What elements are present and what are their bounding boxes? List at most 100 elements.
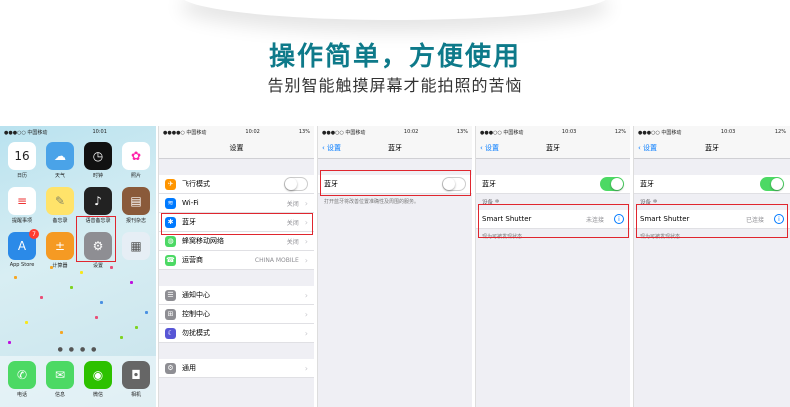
confetti-decoration [130,281,133,284]
settings-group-notifications: ☰ 通知中心 › ⊞ 控制中心 › ☾ 勿扰模式 › [159,286,314,343]
weather-icon: ☁ [46,142,74,170]
status-carrier: ●●●○○ 中国移动 [638,129,682,136]
confetti-decoration [70,286,73,289]
app-newsstand[interactable]: ▤ 报刊杂志 [122,187,150,224]
highlight-device-row [636,204,788,238]
app-weather[interactable]: ☁ 天气 [46,142,74,179]
nav-bar: ‹ 设置 蓝牙 [476,138,630,159]
back-button[interactable]: ‹ 设置 [480,143,499,153]
app-messages[interactable]: ✉ 信息 [46,361,74,402]
app-camera[interactable]: ◘ 相机 [122,361,150,402]
headline: 操作简单，方便使用 [268,42,521,72]
status-bar: ●●●○○ 中国移动 10:03 12% [476,126,630,138]
nav-bar: ‹ 设置 蓝牙 [318,138,472,159]
settings-row-label: 勿扰模式 [182,329,210,337]
chevron-right-icon: › [304,328,308,338]
chevron-right-icon: › [304,363,308,373]
settings-row-label: 控制中心 [182,310,210,318]
wechat-icon: ◉ [84,361,112,389]
settings-screen: ●●●●○ 中国移动 10:02 13% 设置 ✈ 飞行模式 ≋ Wi-Fi 关闭 › ✱ 蓝… [158,126,314,407]
highlight-bluetooth-toggle [320,170,471,196]
status-battery: 13% [298,129,310,135]
app-phone[interactable]: ✆ 电话 [8,361,36,402]
confetti-decoration [110,266,113,269]
chevron-right-icon: › [304,236,308,246]
page-title: 设置 [229,144,244,152]
status-bar: ●●●○○ 中国移动 10:03 12% [634,126,790,138]
app-label: 信息 [54,392,65,398]
app-calendar[interactable]: 16 日历 [8,142,36,179]
settings-row-label: 通知中心 [182,291,210,299]
chevron-right-icon: › [304,309,308,319]
wifi-icon: ≋ [165,197,176,209]
chevron-right-icon: › [304,198,308,208]
app-label: 备忘录 [52,218,68,224]
promo-stage: 操作简单，方便使用 告别智能触摸屏幕才能拍照的苦恼 ●●●○○ 中国移动 10:… [0,0,790,407]
settings-row-control-center[interactable]: ⊞ 控制中心 › [159,305,314,324]
settings-row-airplane[interactable]: ✈ 飞行模式 [159,175,314,194]
settings-row-value: 关闭 [286,200,299,208]
chevron-right-icon: › [304,290,308,300]
settings-row-carrier[interactable]: ☎ 运营商 CHINA MOBILE › [159,251,314,270]
confetti-decoration [120,336,123,339]
confetti-decoration [135,326,138,329]
folder-icon: ▦ [122,232,150,260]
bluetooth-toggle[interactable] [600,177,624,191]
settings-row-do-not-disturb[interactable]: ☾ 勿扰模式 › [159,324,314,343]
back-button[interactable]: ‹ 设置 [638,143,657,153]
app-app-store[interactable]: A 7 App Store [8,229,39,269]
app-label: 天气 [54,173,65,179]
clock-icon: ◷ [84,142,112,170]
app-label: 相机 [130,392,141,398]
status-time: 10:01 [92,129,107,135]
settings-row-label: 蜂窝移动网络 [182,237,224,245]
newsstand-icon: ▤ [122,187,150,215]
app-label: 提醒事项 [11,218,32,224]
status-time: 10:03 [720,129,736,135]
app-folder[interactable]: ▦ [122,232,150,269]
bluetooth-connected-screen: ●●●○○ 中国移动 10:03 12% ‹ 设置 蓝牙 蓝牙 设备 ✲ Sma… [633,126,790,407]
general-icon: ⚙ [165,362,176,374]
bluetooth-row: 蓝牙 [476,175,630,194]
voice-memo-icon: ♪ [84,187,112,215]
settings-row-label: 飞行模式 [182,180,210,188]
carrier-icon: ☎ [165,254,176,266]
subline: 告别智能触摸屏幕才能拍照的苦恼 [267,76,523,95]
bluetooth-on-screen: ●●●○○ 中国移动 10:03 12% ‹ 设置 蓝牙 蓝牙 设备 ✲ Sma… [475,126,630,407]
app-reminders[interactable]: ≡ 提醒事项 [8,187,36,224]
chevron-right-icon: › [304,255,308,265]
settings-row-label: 运营商 [182,256,203,264]
airplane-mode-toggle[interactable] [284,177,308,191]
app-photos[interactable]: ✿ 照片 [122,142,150,179]
nav-bar: 设置 [159,138,314,159]
status-carrier: ●●●○○ 中国移动 [322,129,366,136]
camera-icon: ◘ [122,361,150,389]
settings-row-wifi[interactable]: ≋ Wi-Fi 关闭 › [159,194,314,213]
highlight-bluetooth-row [161,213,313,235]
page-indicator: ● ● ● ● [57,346,99,353]
status-bar: ●●●○○ 中国移动 10:02 13% [318,126,472,138]
app-calculator[interactable]: ± 计算器 [46,232,74,269]
status-carrier: ●●●●○ 中国移动 [163,129,207,136]
do-not-disturb-icon: ☾ [165,327,176,339]
settings-row-general[interactable]: ⚙ 通用 › [159,359,314,378]
app-clock[interactable]: ◷ 时钟 [84,142,112,179]
app-wechat[interactable]: ◉ 微信 [84,361,112,402]
back-button[interactable]: ‹ 设置 [322,143,341,153]
app-label: 时钟 [92,173,103,179]
app-notes[interactable]: ✎ 备忘录 [46,187,74,224]
confetti-decoration [145,311,148,314]
settings-row-value: CHINA MOBILE [254,256,299,264]
phone-icon: ✆ [8,361,36,389]
confetti-decoration [8,341,11,344]
photos-icon: ✿ [122,142,150,170]
confetti-decoration [60,331,63,334]
app-label: 照片 [130,173,141,179]
settings-row-label: Wi-Fi [182,199,199,207]
settings-row-notification-center[interactable]: ☰ 通知中心 › [159,286,314,305]
app-label: 电话 [16,392,27,398]
bluetooth-toggle[interactable] [760,177,784,191]
nav-bar: ‹ 设置 蓝牙 [634,138,790,159]
settings-group-general: ⚙ 通用 › [159,359,314,378]
confetti-decoration [40,296,43,299]
